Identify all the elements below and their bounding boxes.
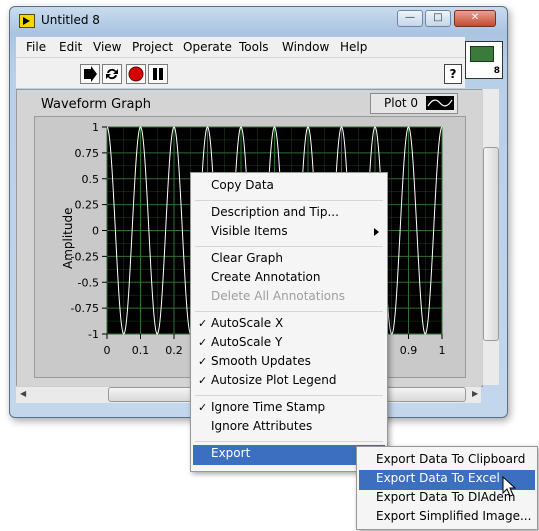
menu-separator bbox=[195, 311, 383, 312]
x-tick-label: 0.9 bbox=[400, 344, 418, 357]
y-tick-label: -0.75 bbox=[71, 302, 99, 315]
context-menu-item-ignore-time-stamp[interactable]: Ignore Time Stamp bbox=[211, 400, 325, 414]
menu-separator bbox=[195, 200, 383, 201]
menu-separator bbox=[195, 395, 383, 396]
y-tick-label: -1 bbox=[88, 328, 99, 341]
x-tick-label: 0 bbox=[104, 344, 111, 357]
menu-separator bbox=[195, 246, 383, 247]
checkmark-icon: ✓ bbox=[198, 336, 208, 349]
checkmark-icon: ✓ bbox=[198, 355, 208, 368]
context-menu-item-copy-data[interactable]: Copy Data bbox=[211, 178, 274, 192]
context-menu-item-autoscale-y[interactable]: AutoScale Y bbox=[211, 335, 282, 349]
context-menu-item-export[interactable]: Export bbox=[211, 446, 250, 460]
y-tick-label: 0 bbox=[92, 225, 99, 238]
x-tick-label: 1 bbox=[439, 344, 446, 357]
y-tick-label: 0.75 bbox=[75, 147, 100, 160]
export-menu-item-export-data-to-excel[interactable]: Export Data To Excel bbox=[376, 471, 500, 485]
menu-separator bbox=[195, 441, 383, 442]
context-menu-item-autosize-plot-legend[interactable]: Autosize Plot Legend bbox=[211, 373, 336, 387]
y-tick-label: -0.5 bbox=[78, 276, 99, 289]
x-tick-label: 0.1 bbox=[132, 344, 150, 357]
context-menu-item-autoscale-x[interactable]: AutoScale X bbox=[211, 316, 283, 330]
context-menu-item-visible-items[interactable]: Visible Items bbox=[211, 224, 288, 238]
context-menu-item-description-and-tip[interactable]: Description and Tip... bbox=[211, 205, 339, 219]
context-menu-item-smooth-updates[interactable]: Smooth Updates bbox=[211, 354, 311, 368]
y-axis-label: Amplitude bbox=[61, 207, 75, 270]
checkmark-icon: ✓ bbox=[198, 317, 208, 330]
submenu-arrow-icon bbox=[374, 228, 379, 236]
context-menu-item-delete-all-annotations: Delete All Annotations bbox=[211, 289, 345, 303]
context-menu-item-create-annotation[interactable]: Create Annotation bbox=[211, 270, 321, 284]
y-tick-label: 0.25 bbox=[75, 199, 100, 212]
y-tick-label: 1 bbox=[92, 121, 99, 134]
checkmark-icon: ✓ bbox=[198, 401, 208, 414]
context-menu-item-clear-graph[interactable]: Clear Graph bbox=[211, 251, 283, 265]
graph-context-menu: Copy Data Description and Tip... Visible I… bbox=[190, 172, 388, 472]
export-menu-item-export-data-to-clipboard[interactable]: Export Data To Clipboard bbox=[376, 452, 525, 466]
context-menu-item-ignore-attributes[interactable]: Ignore Attributes bbox=[211, 419, 312, 433]
export-menu-item-export-data-to-diadem[interactable]: Export Data To DIAdem bbox=[376, 490, 515, 504]
export-menu-item-export-simplified-image[interactable]: Export Simplified Image... bbox=[376, 509, 531, 523]
checkmark-icon: ✓ bbox=[198, 374, 208, 387]
mouse-cursor-icon bbox=[502, 476, 516, 497]
x-tick-label: 0.2 bbox=[165, 344, 183, 357]
y-tick-label: 0.5 bbox=[82, 173, 100, 186]
